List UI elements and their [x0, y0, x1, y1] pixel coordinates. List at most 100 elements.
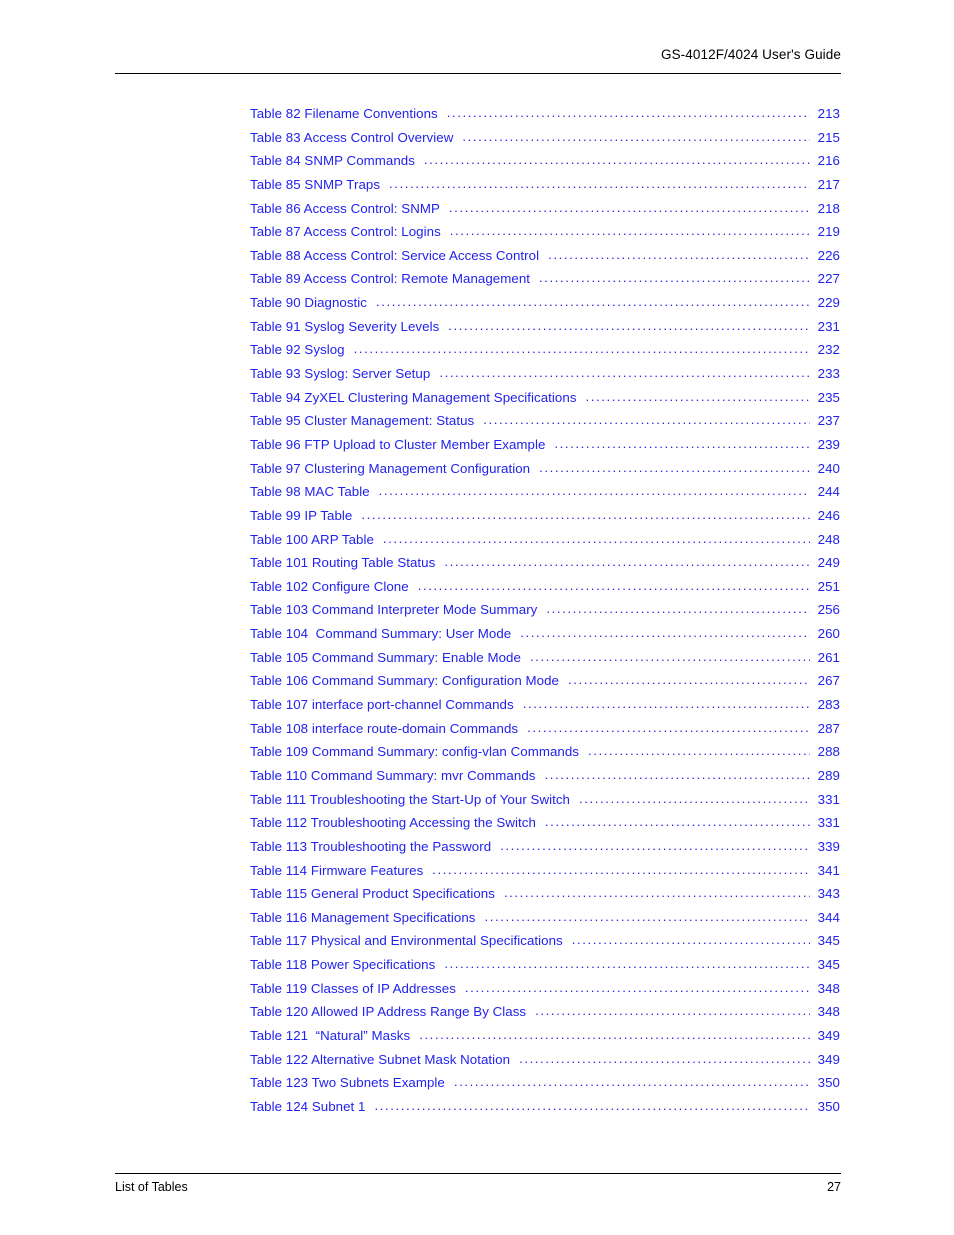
list-item[interactable]: Table 118 Power Specifications..........… [250, 957, 840, 981]
list-item[interactable]: Table 116 Management Specifications.....… [250, 910, 840, 934]
list-item[interactable]: Table 115 General Product Specifications… [250, 886, 840, 910]
table-entry-page-number: 233 [817, 366, 840, 382]
dot-leader: ........................................… [374, 1098, 811, 1113]
list-item[interactable]: Table 86 Access Control: SNMP...........… [250, 201, 840, 225]
list-item[interactable]: Table 96 FTP Upload to Cluster Member Ex… [250, 437, 840, 461]
list-item[interactable]: Table 117 Physical and Environmental Spe… [250, 933, 840, 957]
dot-leader: ........................................… [464, 980, 810, 995]
table-entry-page-number: 244 [817, 484, 840, 500]
list-item[interactable]: Table 85 SNMP Traps.....................… [250, 177, 840, 201]
list-item[interactable]: Table 83 Access Control Overview........… [250, 130, 840, 154]
dot-leader: ........................................… [554, 436, 810, 451]
list-item[interactable]: Table 109 Command Summary: config-vlan C… [250, 744, 840, 768]
dot-leader: ........................................… [483, 413, 810, 428]
table-entry-page-number: 344 [817, 909, 840, 925]
table-entry-title: Table 89 Access Control: Remote Manageme… [250, 271, 531, 287]
table-entry-title: Table 108 interface route-domain Command… [250, 720, 519, 736]
list-item[interactable]: Table 93 Syslog: Server Setup...........… [250, 366, 840, 390]
list-item[interactable]: Table 94 ZyXEL Clustering Management Spe… [250, 390, 840, 414]
list-item[interactable]: Table 124 Subnet 1......................… [250, 1099, 840, 1123]
dot-leader: ........................................… [448, 318, 810, 333]
dot-leader: ........................................… [389, 176, 810, 191]
list-item[interactable]: Table 122 Alternative Subnet Mask Notati… [250, 1052, 840, 1076]
table-entry-page-number: 339 [817, 838, 840, 854]
list-item[interactable]: Table 91 Syslog Severity Levels.........… [250, 319, 840, 343]
table-entry-title: Table 123 Two Subnets Example [250, 1075, 445, 1091]
list-item[interactable]: Table 84 SNMP Commands..................… [250, 153, 840, 177]
table-entry-page-number: 288 [817, 744, 840, 760]
list-item[interactable]: Table 88 Access Control: Service Access … [250, 248, 840, 272]
dot-leader: ........................................… [449, 224, 810, 239]
dot-leader: ........................................… [588, 744, 810, 759]
list-item[interactable]: Table 123 Two Subnets Example...........… [250, 1075, 840, 1099]
table-entry-page-number: 218 [817, 200, 840, 216]
dot-leader: ........................................… [529, 649, 810, 664]
table-entry-title: Table 112 Troubleshooting Accessing the … [250, 815, 536, 831]
table-entry-title: Table 111 Troubleshooting the Start-Up o… [250, 791, 571, 807]
dot-leader: ........................................… [500, 838, 810, 853]
table-entry-title: Table 98 MAC Table [250, 484, 370, 500]
table-entry-title: Table 100 ARP Table [250, 531, 374, 547]
table-entry-page-number: 215 [817, 129, 840, 145]
table-entry-page-number: 217 [817, 176, 840, 192]
list-item[interactable]: Table 112 Troubleshooting Accessing the … [250, 815, 840, 839]
table-entry-page-number: 287 [817, 720, 840, 736]
table-entry-page-number: 249 [817, 555, 840, 571]
list-item[interactable]: Table 103 Command Interpreter Mode Summa… [250, 602, 840, 626]
table-entry-page-number: 350 [817, 1098, 840, 1114]
dot-leader: ........................................… [376, 295, 810, 310]
table-entry-page-number: 227 [817, 271, 840, 287]
list-item[interactable]: Table 111 Troubleshooting the Start-Up o… [250, 792, 840, 816]
table-entry-title: Table 88 Access Control: Service Access … [250, 247, 540, 263]
list-item[interactable]: Table 90 Diagnostic.....................… [250, 295, 840, 319]
table-entry-title: Table 109 Command Summary: config-vlan C… [250, 744, 579, 760]
list-item[interactable]: Table 106 Command Summary: Configuration… [250, 673, 840, 697]
table-entry-title: Table 83 Access Control Overview [250, 129, 454, 145]
list-item[interactable]: Table 107 interface port-channel Command… [250, 697, 840, 721]
list-item[interactable]: Table 87 Access Control: Logins.........… [250, 224, 840, 248]
list-item[interactable]: Table 119 Classes of IP Addresses.......… [250, 981, 840, 1005]
list-item[interactable]: Table 120 Allowed IP Address Range By Cl… [250, 1004, 840, 1028]
table-entry-title: Table 87 Access Control: Logins [250, 224, 441, 240]
table-entry-title: Table 96 FTP Upload to Cluster Member Ex… [250, 436, 546, 452]
list-item[interactable]: Table 95 Cluster Management: Status.....… [250, 413, 840, 437]
dot-leader: ........................................… [539, 460, 810, 475]
list-item[interactable]: Table 101 Routing Table Status..........… [250, 555, 840, 579]
document-page: GS-4012F/4024 User's Guide Table 82 File… [0, 0, 954, 1235]
list-item[interactable]: Table 100 ARP Table.....................… [250, 532, 840, 556]
dot-leader: ........................................… [419, 1027, 810, 1042]
list-item[interactable]: Table 113 Troubleshooting the Password..… [250, 839, 840, 863]
table-entry-title: Table 95 Cluster Management: Status [250, 413, 475, 429]
dot-leader: ........................................… [519, 1051, 810, 1066]
table-entry-page-number: 283 [817, 697, 840, 713]
list-item[interactable]: Table 110 Command Summary: mvr Commands.… [250, 768, 840, 792]
list-item[interactable]: Table 108 interface route-domain Command… [250, 721, 840, 745]
list-item[interactable]: Table 105 Command Summary: Enable Mode..… [250, 650, 840, 674]
running-header: GS-4012F/4024 User's Guide [115, 46, 841, 64]
dot-leader: ........................................… [446, 106, 810, 120]
list-item[interactable]: Table 121 “Natural” Masks...............… [250, 1028, 840, 1052]
table-entry-page-number: 331 [817, 815, 840, 831]
table-entry-title: Table 85 SNMP Traps [250, 176, 381, 192]
list-item[interactable]: Table 82 Filename Conventions...........… [250, 106, 840, 130]
dot-leader: ........................................… [484, 909, 810, 924]
header-title: GS-4012F/4024 User's Guide [660, 47, 841, 62]
list-item[interactable]: Table 89 Access Control: Remote Manageme… [250, 271, 840, 295]
table-entry-title: Table 94 ZyXEL Clustering Management Spe… [250, 389, 577, 405]
list-item[interactable]: Table 102 Configure Clone...............… [250, 579, 840, 603]
table-entry-title: Table 114 Firmware Features [250, 862, 424, 878]
list-of-tables: Table 82 Filename Conventions...........… [250, 106, 840, 1123]
list-item[interactable]: Table 97 Clustering Management Configura… [250, 461, 840, 485]
table-entry-page-number: 345 [817, 957, 840, 973]
list-item[interactable]: Table 114 Firmware Features.............… [250, 863, 840, 887]
list-item[interactable]: Table 99 IP Table.......................… [250, 508, 840, 532]
list-item[interactable]: Table 98 MAC Table......................… [250, 484, 840, 508]
dot-leader: ........................................… [444, 957, 810, 972]
table-entry-title: Table 116 Management Specifications [250, 909, 476, 925]
dot-leader: ........................................… [544, 815, 810, 830]
dot-leader: ........................................… [539, 271, 810, 286]
table-entry-page-number: 213 [817, 106, 840, 121]
footer-section-label: List of Tables [115, 1180, 188, 1194]
list-item[interactable]: Table 92 Syslog.........................… [250, 342, 840, 366]
list-item[interactable]: Table 104 Command Summary: User Mode....… [250, 626, 840, 650]
